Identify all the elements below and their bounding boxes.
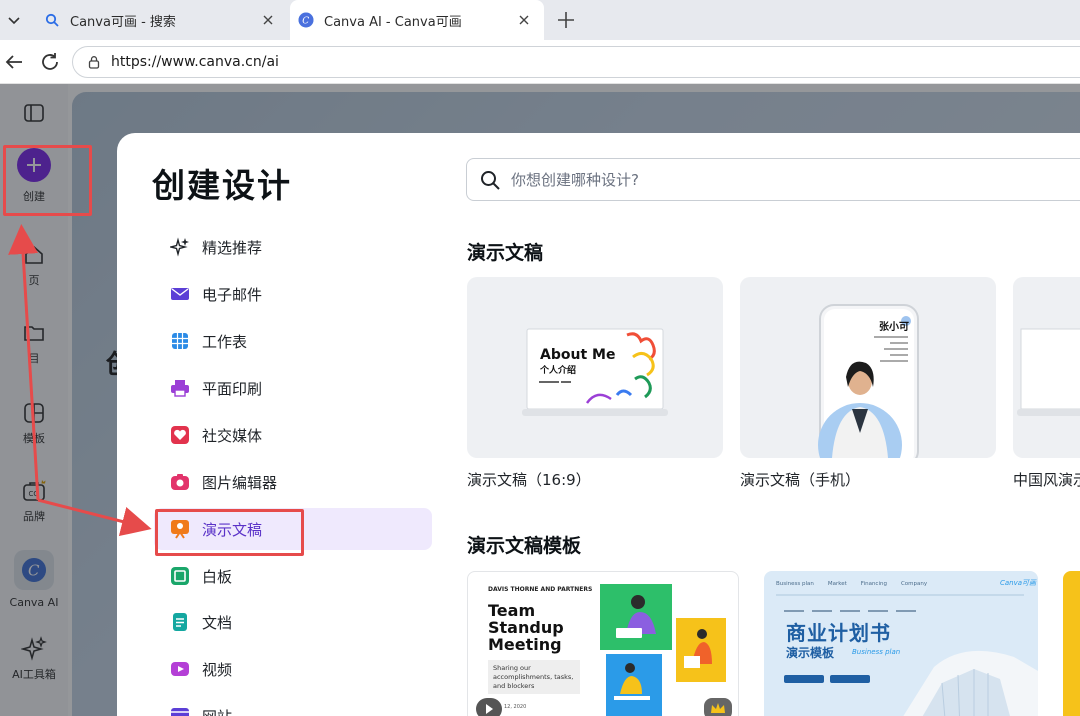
template-title: 商业计划书 bbox=[786, 621, 891, 645]
annotation-box-create bbox=[3, 145, 92, 216]
play-button[interactable] bbox=[476, 698, 502, 716]
category-video[interactable]: 视频 bbox=[154, 648, 432, 690]
crown-icon bbox=[711, 703, 725, 713]
category-whiteboard[interactable]: 白板 bbox=[154, 555, 432, 597]
category-social-media[interactable]: 社交媒体 bbox=[154, 414, 432, 456]
annotation-box-presentation bbox=[155, 509, 304, 556]
website-icon bbox=[170, 706, 190, 716]
template-date: 12, 2020 bbox=[504, 704, 527, 710]
category-document[interactable]: 文档 bbox=[154, 601, 432, 643]
heart-icon bbox=[170, 425, 190, 445]
template-card-team-standup[interactable]: DAVIS THORNE AND PARTNERS Team Standup M… bbox=[467, 571, 739, 716]
preview-title: About Me bbox=[540, 347, 616, 363]
category-label: 视频 bbox=[202, 660, 233, 679]
section-title-presentation-templates: 演示文稿模板 bbox=[467, 535, 582, 557]
template-tag: Business plan bbox=[852, 648, 901, 656]
category-label: 精选推荐 bbox=[202, 238, 263, 257]
video-icon bbox=[170, 659, 190, 679]
url-text: https://www.canva.cn/ai bbox=[111, 54, 279, 70]
design-card-label[interactable]: 演示文稿（16:9） bbox=[467, 469, 591, 490]
modal-title: 创建设计 bbox=[152, 166, 292, 205]
design-card-presentation-mobile[interactable]: 张小可 bbox=[740, 277, 996, 458]
sparkle-icon bbox=[170, 237, 190, 257]
whiteboard-icon bbox=[170, 566, 190, 586]
tab-title: Canva可画 - 搜索 bbox=[70, 14, 176, 30]
category-email[interactable]: 电子邮件 bbox=[154, 273, 432, 315]
category-label: 图片编辑器 bbox=[202, 473, 278, 492]
preview-subtitle: 个人介绍 bbox=[540, 366, 577, 376]
section-title-presentations: 演示文稿 bbox=[467, 242, 544, 264]
template-card-partial[interactable] bbox=[1063, 571, 1080, 716]
camera-icon bbox=[170, 472, 190, 492]
browser-tab-canva-ai[interactable]: C Canva AI - Canva可画 bbox=[290, 0, 544, 40]
search-icon bbox=[479, 169, 501, 191]
browser-tab-bar: Canva可画 - 搜索 C Canva AI - Canva可画 bbox=[0, 0, 1080, 40]
category-photo-editor[interactable]: 图片编辑器 bbox=[154, 461, 432, 503]
design-card-chinese-style[interactable] bbox=[1013, 277, 1080, 458]
create-design-modal: 创建设计 你想创建哪种设计? 精选推荐 电子邮件 工作表 平面印刷 社交媒体 图… bbox=[117, 133, 1080, 716]
category-label: 平面印刷 bbox=[202, 379, 263, 398]
play-icon bbox=[486, 704, 493, 714]
tab-title: Canva AI - Canva可画 bbox=[324, 14, 462, 30]
browser-tab-search[interactable]: Canva可画 - 搜索 bbox=[32, 0, 288, 40]
new-tab-button[interactable] bbox=[554, 8, 578, 32]
presentation-mobile-thumbnail bbox=[818, 304, 919, 458]
svg-text:C: C bbox=[302, 17, 309, 27]
category-print[interactable]: 平面印刷 bbox=[154, 367, 432, 409]
template-card-business-plan[interactable]: Business plan Market Financing Company C… bbox=[764, 571, 1038, 716]
template-title: Team Standup Meeting bbox=[488, 601, 564, 654]
presentation-16-9-thumbnail bbox=[522, 328, 668, 416]
envelope-icon bbox=[170, 284, 190, 304]
template-company: DAVIS THORNE AND PARTNERS bbox=[488, 586, 593, 593]
browser-address-bar: https://www.canva.cn/ai bbox=[0, 40, 1080, 84]
tab-list-button[interactable] bbox=[0, 4, 28, 36]
close-icon[interactable] bbox=[260, 12, 276, 28]
chinese-style-thumbnail bbox=[1017, 328, 1080, 416]
design-card-label[interactable]: 中国风演示 bbox=[1013, 469, 1080, 490]
category-featured[interactable]: 精选推荐 bbox=[154, 226, 432, 268]
category-label: 白板 bbox=[202, 567, 233, 586]
reload-button[interactable] bbox=[38, 50, 62, 74]
template-illustration bbox=[600, 584, 726, 716]
lock-icon bbox=[87, 55, 101, 69]
category-label: 工作表 bbox=[202, 332, 248, 351]
canva-logo-icon: C bbox=[298, 12, 314, 28]
url-field[interactable]: https://www.canva.cn/ai bbox=[72, 46, 1080, 78]
chevron-down-icon bbox=[8, 17, 20, 25]
template-subtitle: Sharing our accomplishments, tasks, and … bbox=[493, 664, 574, 690]
design-search-input[interactable]: 你想创建哪种设计? bbox=[466, 158, 1080, 201]
category-label: 文档 bbox=[202, 613, 233, 632]
plus-icon bbox=[558, 12, 574, 28]
reload-icon bbox=[42, 53, 58, 70]
design-card-label[interactable]: 演示文稿（手机） bbox=[740, 469, 860, 490]
back-button[interactable] bbox=[2, 50, 26, 74]
spreadsheet-icon bbox=[170, 331, 190, 351]
arrow-left-icon bbox=[5, 55, 22, 69]
preview-name: 张小可 bbox=[879, 322, 909, 333]
search-placeholder: 你想创建哪种设计? bbox=[511, 171, 639, 189]
printer-icon bbox=[170, 378, 190, 398]
document-icon bbox=[170, 612, 190, 632]
category-label: 网站 bbox=[202, 706, 232, 716]
template-subtitle: 演示模板 bbox=[786, 646, 835, 660]
category-spreadsheet[interactable]: 工作表 bbox=[154, 320, 432, 362]
design-card-presentation-16-9[interactable]: About Me 个人介绍 bbox=[467, 277, 723, 458]
search-icon bbox=[44, 12, 60, 28]
premium-badge bbox=[704, 698, 732, 716]
close-icon[interactable] bbox=[516, 12, 532, 28]
category-label: 电子邮件 bbox=[202, 285, 263, 304]
category-label: 社交媒体 bbox=[202, 426, 263, 445]
category-website[interactable]: 网站 bbox=[154, 695, 432, 716]
